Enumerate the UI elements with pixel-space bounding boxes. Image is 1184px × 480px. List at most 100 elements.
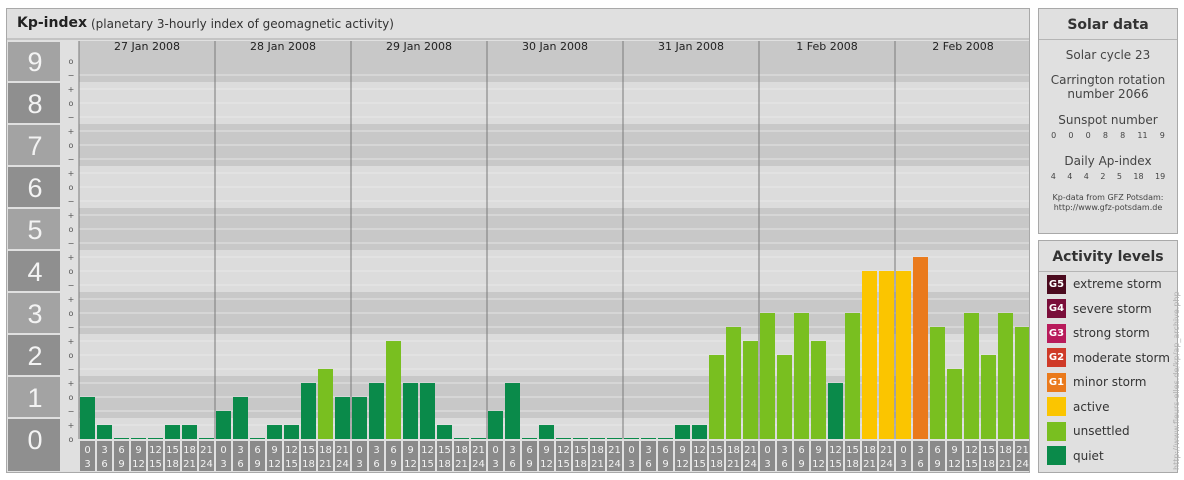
sunspot-value: 8 (1120, 131, 1126, 140)
minor-tick-label: − (68, 71, 75, 80)
kp-bar (267, 425, 282, 439)
interval-start-label: 9 (951, 445, 957, 456)
minor-tick-label: − (68, 155, 75, 164)
ap-value: 18 (1133, 172, 1144, 181)
kp-bar (947, 368, 962, 439)
sunspot-value: 0 (1068, 131, 1074, 140)
level-swatch (1047, 446, 1066, 465)
interval-start-label: 12 (965, 445, 978, 456)
minor-tick-label: o (69, 393, 74, 402)
level-swatch: G5 (1047, 274, 1066, 294)
level-swatch (1047, 397, 1066, 416)
kp-bar (811, 341, 826, 439)
interval-start-label: 15 (846, 445, 859, 456)
interval-start-label: 0 (628, 445, 634, 456)
level-swatch: G1 (1047, 372, 1066, 392)
interval-start-label: 15 (710, 445, 723, 456)
minor-tick-label: o (69, 99, 74, 108)
data-source-link[interactable]: http://www.gfz-potsdam.de (1039, 203, 1177, 213)
interval-start-label: 6 (662, 445, 668, 456)
minor-tick-label: + (68, 379, 75, 388)
interval-end-label: 9 (934, 459, 940, 470)
interval-end-label: 6 (917, 459, 923, 470)
minor-tick-label: o (69, 351, 74, 360)
kp-bar (1015, 326, 1029, 439)
interval-end-label: 15 (421, 459, 434, 470)
interval-start-label: 12 (421, 445, 434, 456)
interval-end-label: 9 (526, 459, 532, 470)
interval-start-label: 15 (982, 445, 995, 456)
ap-value: 4 (1067, 172, 1073, 181)
y-tick-label: 3 (27, 299, 42, 329)
interval-start-label: 6 (118, 445, 124, 456)
interval-end-label: 12 (812, 459, 825, 470)
minor-tick-label: o (69, 225, 74, 234)
interval-start-label: 3 (237, 445, 243, 456)
minor-tick-label: + (68, 211, 75, 220)
day-label: 31 Jan 2008 (658, 40, 724, 53)
interval-start-label: 9 (815, 445, 821, 456)
interval-end-label: 18 (438, 459, 451, 470)
interval-end-label: 6 (373, 459, 379, 470)
y-tick-label: 0 (27, 425, 42, 455)
interval-start-label: 21 (880, 445, 893, 456)
interval-end-label: 3 (492, 459, 498, 470)
day-label: 29 Jan 2008 (386, 40, 452, 53)
day-label: 28 Jan 2008 (250, 40, 316, 53)
activity-level-extreme-storm: G5 extreme storm (1047, 274, 1162, 294)
interval-start-label: 18 (455, 445, 468, 456)
minor-tick-label: − (68, 365, 75, 374)
kp-bar (369, 383, 384, 439)
kp-bar (386, 341, 401, 439)
interval-end-label: 9 (254, 459, 260, 470)
interval-end-label: 6 (101, 459, 107, 470)
interval-start-label: 3 (917, 445, 923, 456)
interval-end-label: 3 (900, 459, 906, 470)
interval-start-label: 15 (438, 445, 451, 456)
interval-start-label: 18 (727, 445, 740, 456)
interval-start-label: 18 (863, 445, 876, 456)
interval-start-label: 6 (934, 445, 940, 456)
kp-bar (998, 313, 1013, 439)
interval-end-label: 21 (727, 459, 740, 470)
activity-level-minor-storm: G1 minor storm (1047, 372, 1146, 392)
minor-tick-label: o (69, 57, 74, 66)
interval-end-label: 15 (149, 459, 162, 470)
kp-bar (233, 397, 248, 439)
interval-end-label: 15 (829, 459, 842, 470)
interval-end-label: 12 (948, 459, 961, 470)
interval-start-label: 9 (543, 445, 549, 456)
sunspot-value: 0 (1051, 131, 1057, 140)
y-tick-label: 9 (27, 47, 42, 77)
interval-end-label: 6 (781, 459, 787, 470)
interval-start-label: 15 (166, 445, 179, 456)
kp-index-chart: 012345678927 Jan 2008 28 Jan 2008 29 Jan 2… (7, 38, 1029, 471)
minor-tick-label: + (68, 127, 75, 136)
interval-start-label: 0 (492, 445, 498, 456)
ap-value: 4 (1050, 172, 1056, 181)
kp-bar (794, 313, 809, 439)
interval-end-label: 21 (591, 459, 604, 470)
level-swatch: G3 (1047, 323, 1066, 343)
minor-tick-label: + (68, 295, 75, 304)
interval-end-label: 21 (183, 459, 196, 470)
interval-end-label: 3 (220, 459, 226, 470)
kp-bar (80, 397, 95, 439)
interval-end-label: 6 (237, 459, 243, 470)
day-label: 27 Jan 2008 (114, 40, 180, 53)
sunspot-value: 11 (1137, 131, 1148, 140)
interval-start-label: 9 (271, 445, 277, 456)
ap-value: 4 (1083, 172, 1089, 181)
interval-start-label: 21 (744, 445, 757, 456)
interval-start-label: 21 (472, 445, 485, 456)
solar-data-panel: Solar data Solar cycle 23 Carrington rot… (1038, 8, 1178, 234)
kp-bar (879, 271, 894, 439)
kp-bar (420, 383, 435, 439)
ap-index-values: 4 4 4 2 5 18 19 (1039, 172, 1177, 181)
chart-title: Kp-index (17, 15, 87, 31)
interval-start-label: 15 (302, 445, 315, 456)
ap-value: 19 (1155, 172, 1166, 181)
interval-start-label: 18 (183, 445, 196, 456)
interval-start-label: 12 (285, 445, 298, 456)
interval-start-label: 0 (220, 445, 226, 456)
